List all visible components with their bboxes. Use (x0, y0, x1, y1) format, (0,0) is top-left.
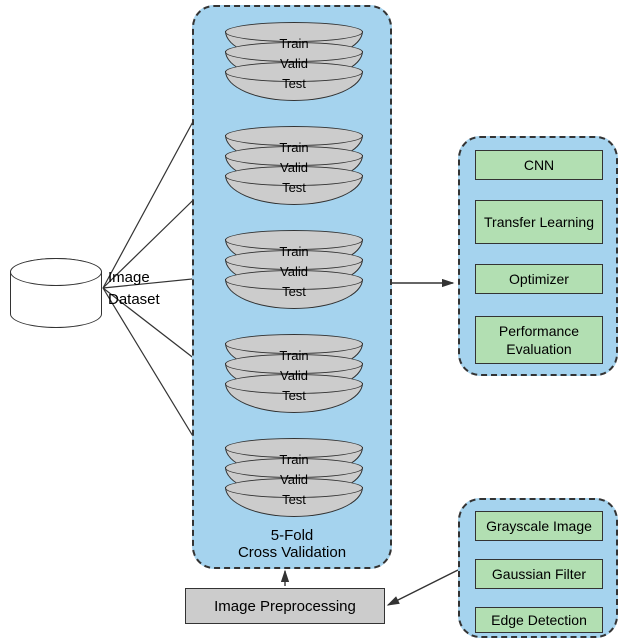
pipeline-step-optimizer: Optimizer (475, 264, 603, 294)
fold-1: Train Valid Test (225, 31, 363, 101)
pipeline-step-cnn: CNN (475, 150, 603, 180)
preprocess-step-grayscale: Grayscale Image (475, 511, 603, 541)
pipeline-panel: CNN Transfer Learning Optimizer Performa… (458, 136, 618, 376)
fold-slice-test: Test (225, 487, 363, 517)
fold-4: Train Valid Test (225, 343, 363, 413)
fold-2: Train Valid Test (225, 135, 363, 205)
preprocess-step-edge: Edge Detection (475, 607, 603, 633)
image-dataset-label: Image Dataset (108, 267, 160, 311)
preprocess-step-gaussian: Gaussian Filter (475, 559, 603, 589)
fold-slice-test: Test (225, 71, 363, 101)
pipeline-step-perf: Performance Evaluation (475, 316, 603, 364)
fold-5: Train Valid Test (225, 447, 363, 517)
image-preprocessing-box: Image Preprocessing (185, 588, 385, 624)
fold-slice-test: Test (225, 175, 363, 205)
pipeline-step-transfer: Transfer Learning (475, 200, 603, 244)
kfold-label: 5-Fold Cross Validation (194, 527, 390, 561)
fold-3: Train Valid Test (225, 239, 363, 309)
fold-slice-test: Test (225, 279, 363, 309)
fold-slice-test: Test (225, 383, 363, 413)
kfold-panel: Train Valid Test Train Valid Test Train … (192, 5, 392, 569)
preprocess-panel: Grayscale Image Gaussian Filter Edge Det… (458, 498, 618, 638)
dataset-label-line2: Dataset (108, 291, 160, 308)
dataset-label-line1: Image (108, 269, 150, 286)
image-dataset-cylinder (10, 258, 102, 328)
